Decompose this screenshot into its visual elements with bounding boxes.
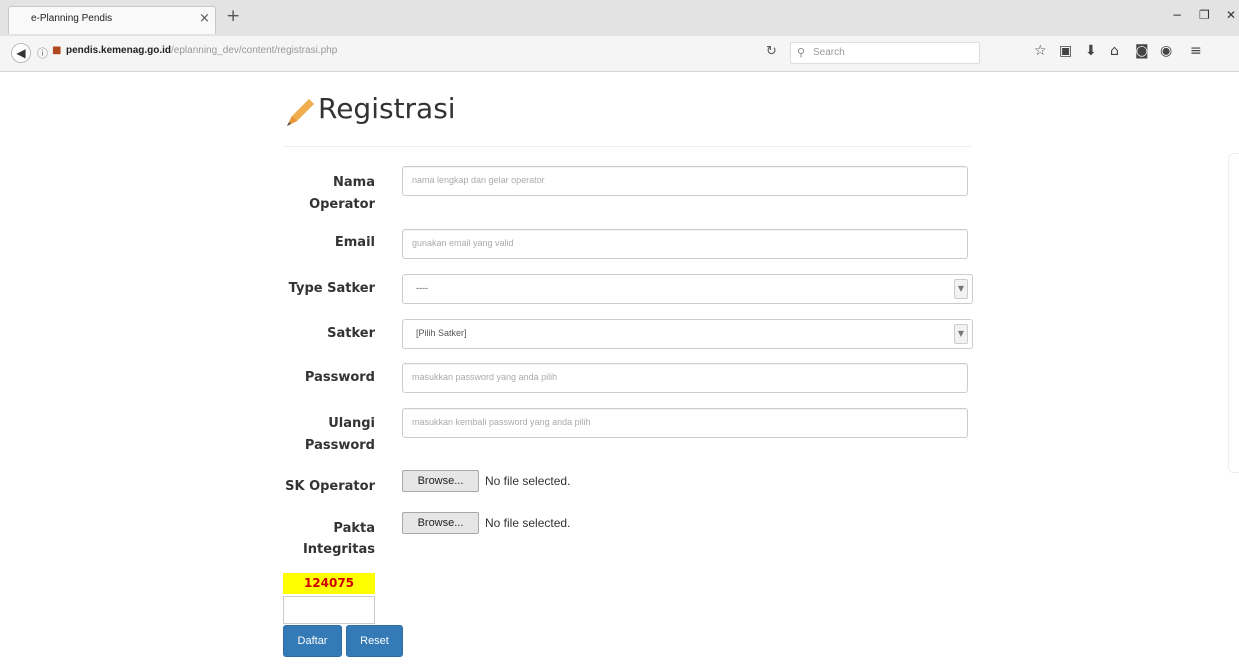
- download-icon[interactable]: ⬇: [1085, 43, 1097, 59]
- pocket-icon[interactable]: ◙: [1135, 43, 1149, 59]
- ulangi-password-placeholder: masukkan kembali password yang anda pili…: [412, 417, 591, 427]
- browser-tab-bar: e-Planning Pendis × + − ❐ ✕: [0, 0, 1239, 36]
- home-icon[interactable]: ⌂: [1110, 43, 1119, 59]
- side-panel: [1228, 153, 1239, 473]
- satker-value: [Pilih Satker]: [416, 328, 467, 338]
- url-domain: pendis.kemenag.go.id: [66, 45, 172, 56]
- extension-icon[interactable]: ◉: [1160, 43, 1172, 59]
- sk-operator-browse-button[interactable]: Browse...: [402, 470, 479, 492]
- back-arrow-icon[interactable]: ◀: [11, 43, 31, 63]
- ulangi-password-input[interactable]: masukkan kembali password yang anda pili…: [402, 408, 968, 438]
- email-label: Email: [334, 235, 375, 250]
- browser-search-input[interactable]: ⚲ Search: [790, 42, 980, 64]
- nama-operator-label-line1: Nama: [333, 175, 375, 190]
- password-label: Password: [304, 370, 375, 385]
- pakta-integritas-label-line2: Integritas: [302, 542, 375, 557]
- restore-icon[interactable]: ❐: [1199, 8, 1210, 22]
- heading-divider: [283, 146, 971, 147]
- password-placeholder: masukkan password yang anda pilih: [412, 372, 558, 382]
- browser-tab[interactable]: e-Planning Pendis ×: [8, 6, 216, 34]
- info-icon[interactable]: ⓘ: [37, 45, 48, 61]
- new-tab-icon[interactable]: +: [226, 6, 240, 26]
- search-icon: ⚲: [797, 46, 806, 59]
- sk-operator-label: SK Operator: [285, 479, 375, 494]
- ulangi-password-label-line2: Password: [304, 438, 375, 453]
- ulangi-password-label-line1: Ulangi: [328, 416, 375, 431]
- chevron-down-icon: ▼: [954, 324, 968, 344]
- search-placeholder: Search: [813, 47, 845, 58]
- reset-button[interactable]: Reset: [346, 625, 403, 657]
- type-satker-label: Type Satker: [288, 281, 375, 296]
- bookmarks-library-icon[interactable]: ▣: [1059, 43, 1072, 59]
- menu-icon[interactable]: ≡: [1190, 43, 1202, 59]
- satker-select[interactable]: [Pilih Satker] ▼: [402, 319, 973, 349]
- type-satker-value: ----: [416, 283, 428, 293]
- chevron-down-icon: ▼: [954, 279, 968, 299]
- minimize-icon[interactable]: −: [1172, 8, 1182, 22]
- nama-operator-placeholder: nama lengkap dan gelar operator: [412, 175, 545, 185]
- bookmark-star-icon[interactable]: ☆: [1034, 43, 1047, 59]
- pakta-integritas-label-line1: Pakta: [333, 521, 375, 536]
- pencil-icon: [287, 99, 314, 126]
- page-title: Registrasi: [318, 92, 456, 125]
- captcha-input[interactable]: [283, 596, 375, 624]
- password-input[interactable]: masukkan password yang anda pilih: [402, 363, 968, 393]
- tab-close-icon[interactable]: ×: [199, 11, 210, 26]
- pakta-integritas-browse-button[interactable]: Browse...: [402, 512, 479, 534]
- pakta-integritas-file-status: No file selected.: [485, 516, 571, 530]
- url-bar[interactable]: pendis.kemenag.go.id/eplanning_dev/conte…: [66, 45, 337, 56]
- nama-operator-input[interactable]: nama lengkap dan gelar operator: [402, 166, 968, 196]
- site-identity-icon[interactable]: ■: [52, 45, 61, 56]
- tab-title: e-Planning Pendis: [31, 13, 113, 24]
- email-input[interactable]: gunakan email yang valid: [402, 229, 968, 259]
- satker-label: Satker: [327, 326, 375, 341]
- window-close-icon[interactable]: ✕: [1226, 8, 1236, 22]
- sk-operator-file-status: No file selected.: [485, 474, 571, 488]
- url-path: /eplanning_dev/content/registrasi.php: [171, 45, 338, 56]
- reload-icon[interactable]: ↻: [766, 44, 777, 59]
- email-placeholder: gunakan email yang valid: [412, 238, 514, 248]
- daftar-button[interactable]: Daftar: [283, 625, 342, 657]
- nama-operator-label-line2: Operator: [309, 197, 375, 212]
- browser-nav-bar: ◀ ⓘ ■ pendis.kemenag.go.id/eplanning_dev…: [0, 36, 1239, 72]
- captcha-code: 124075: [283, 573, 375, 594]
- type-satker-select[interactable]: ---- ▼: [402, 274, 973, 304]
